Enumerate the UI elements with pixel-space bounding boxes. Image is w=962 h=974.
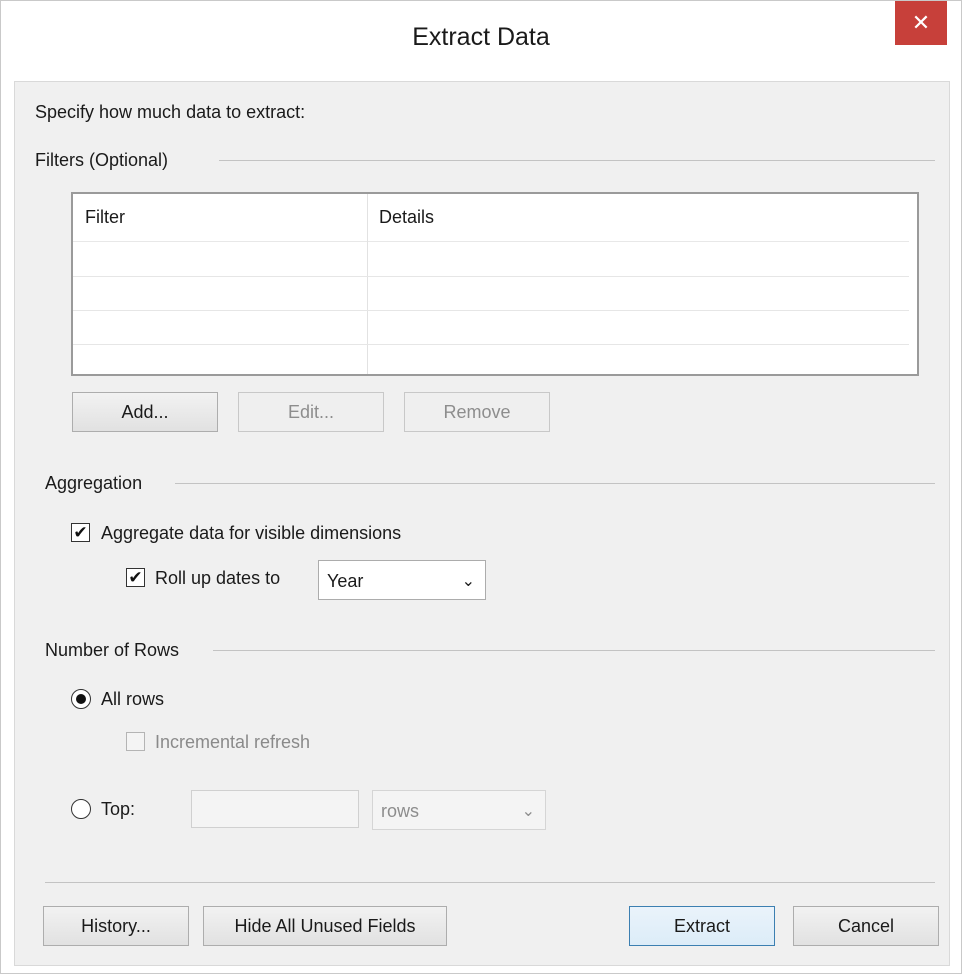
hide-unused-fields-button[interactable]: Hide All Unused Fields <box>203 906 447 946</box>
close-button[interactable]: ✕ <box>895 1 947 45</box>
rollup-dates-checkbox[interactable]: ✔ <box>126 568 145 587</box>
column-header-filter: Filter <box>85 207 125 227</box>
column-header-details: Details <box>379 207 435 227</box>
top-rows-input[interactable] <box>191 790 359 828</box>
edit-filter-button[interactable]: Edit... <box>238 392 384 432</box>
filters-group-label: Filters (Optional) <box>35 150 169 170</box>
top-rows-unit-value: rows <box>381 801 420 821</box>
aggregation-group-divider <box>175 483 935 484</box>
top-rows-unit-dropdown[interactable]: rows ⌄ <box>372 790 546 830</box>
rows-group-divider <box>213 650 935 651</box>
top-rows-radio[interactable] <box>71 799 91 819</box>
instruction-text: Specify how much data to extract: <box>35 102 306 122</box>
empty-row-line <box>73 310 909 311</box>
footer-divider <box>45 882 935 883</box>
aggregate-label: Aggregate data for visible dimensions <box>101 523 402 543</box>
cancel-button[interactable]: Cancel <box>793 906 939 946</box>
all-rows-label: All rows <box>101 689 165 709</box>
dialog-body: Specify how much data to extract: Filter… <box>14 81 950 966</box>
rollup-level-value: Year <box>327 571 364 591</box>
dialog-title: Extract Data <box>412 23 550 51</box>
column-divider <box>367 194 368 374</box>
history-button[interactable]: History... <box>43 906 189 946</box>
chevron-down-icon: ⌄ <box>521 803 535 820</box>
radio-selected-dot <box>76 694 86 704</box>
rows-group-label: Number of Rows <box>45 640 180 660</box>
close-icon: ✕ <box>911 10 931 35</box>
checkmark-icon: ✔ <box>128 568 143 587</box>
rollup-level-dropdown[interactable]: Year ⌄ <box>318 560 486 600</box>
remove-filter-button[interactable]: Remove <box>404 392 550 432</box>
incremental-refresh-label: Incremental refresh <box>155 732 311 752</box>
empty-row-line <box>73 344 909 345</box>
empty-row-line <box>73 276 909 277</box>
extract-data-dialog: Extract Data ✕ Specify how much data to … <box>0 0 962 974</box>
filters-table-header: Filter Details <box>73 194 909 242</box>
chevron-down-icon: ⌄ <box>461 573 475 590</box>
filters-table[interactable]: Filter Details <box>71 192 919 376</box>
add-filter-button[interactable]: Add... <box>72 392 218 432</box>
checkmark-icon: ✔ <box>73 523 88 542</box>
filters-group-divider <box>219 160 935 161</box>
top-rows-label: Top: <box>101 799 136 819</box>
incremental-refresh-checkbox[interactable] <box>126 732 145 751</box>
aggregation-group-label: Aggregation <box>45 473 143 493</box>
all-rows-radio[interactable] <box>71 689 91 709</box>
aggregate-checkbox[interactable]: ✔ <box>71 523 90 542</box>
extract-button[interactable]: Extract <box>629 906 775 946</box>
title-bar: Extract Data ✕ <box>1 1 961 81</box>
rollup-dates-label: Roll up dates to <box>155 568 281 588</box>
